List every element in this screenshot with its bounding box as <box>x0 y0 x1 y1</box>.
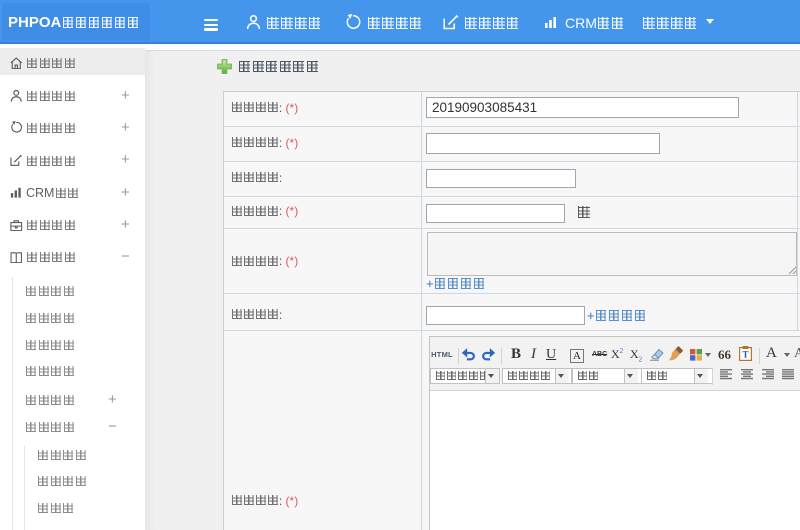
svg-text:T: T <box>742 350 748 360</box>
